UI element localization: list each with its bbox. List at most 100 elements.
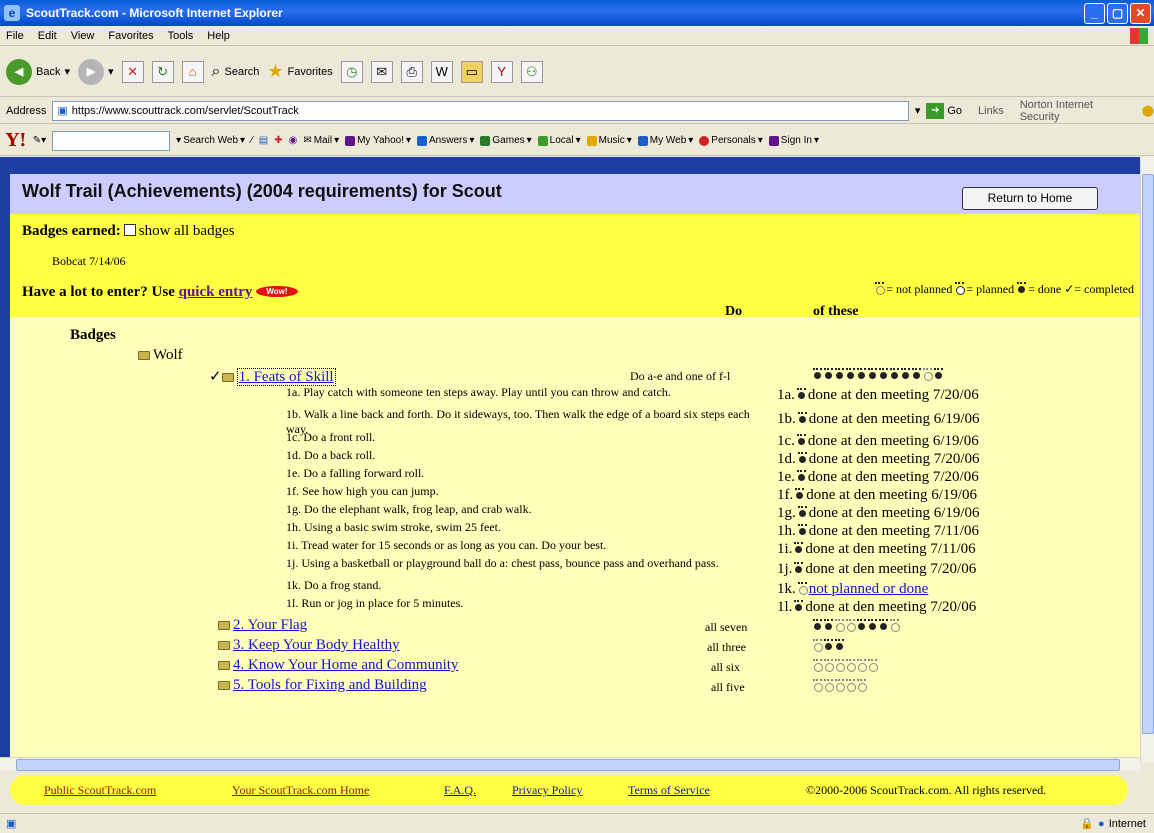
not-planned-paw-icon[interactable] <box>923 368 933 381</box>
done-paw-icon[interactable] <box>857 619 866 631</box>
yahoo-games-button[interactable]: Games ▾ <box>480 135 532 146</box>
done-paw-icon[interactable] <box>934 368 943 380</box>
back-button[interactable]: ◀ Back ▾ <box>6 58 70 85</box>
not-planned-paw-icon[interactable] <box>846 619 856 632</box>
yahoo-search-input[interactable] <box>52 130 171 151</box>
address-dropdown-icon[interactable]: ▾ <box>915 104 921 117</box>
norton-icon[interactable]: ⬤ <box>1142 104 1154 117</box>
menu-edit[interactable]: Edit <box>38 30 57 42</box>
footer-faq-link[interactable]: F.A.Q. <box>444 783 476 798</box>
feats-of-skill-node[interactable]: ✓ 1. Feats of Skill <box>209 367 336 386</box>
yahoo-music-button[interactable]: Music ▾ <box>586 135 632 146</box>
done-paw-icon[interactable] <box>879 619 888 631</box>
edit-icon[interactable]: W <box>430 60 453 83</box>
not-planned-paw-icon[interactable] <box>835 659 845 672</box>
return-home-button[interactable]: Return to Home <box>962 187 1098 210</box>
not-planned-paw-icon[interactable] <box>813 659 823 672</box>
yahoo-logo[interactable]: Y! <box>6 130 27 151</box>
yahoo-tool-icon[interactable]: ▤ <box>259 135 268 146</box>
done-paw-icon[interactable] <box>846 368 855 380</box>
forward-button[interactable]: ▶ ▾ <box>78 58 114 85</box>
menu-favorites[interactable]: Favorites <box>108 30 153 42</box>
not-planned-paw-icon[interactable] <box>813 679 823 692</box>
not-planned-link[interactable]: not planned or done <box>809 581 929 597</box>
done-paw-icon[interactable] <box>835 368 844 380</box>
yahoo-personals-button[interactable]: Personals ▾ <box>699 135 763 146</box>
not-planned-paw-icon[interactable] <box>846 659 856 672</box>
address-input[interactable]: ▣ https://www.scouttrack.com/servlet/Sco… <box>52 100 909 121</box>
feats-of-skill-link[interactable]: 1. Feats of Skill <box>236 368 336 386</box>
yahoo-toolbar-icon[interactable]: Y <box>490 60 513 83</box>
done-paw-icon[interactable] <box>868 619 877 631</box>
done-paw-icon[interactable] <box>857 368 866 380</box>
yahoo-my-yahoo-button[interactable]: My Yahoo! ▾ <box>345 135 411 146</box>
footer-public-link[interactable]: Public ScoutTrack.com <box>44 783 156 798</box>
done-paw-icon[interactable] <box>824 639 833 651</box>
go-button[interactable]: ➜ Go <box>926 102 962 119</box>
menu-tools[interactable]: Tools <box>168 30 194 42</box>
not-planned-paw-icon[interactable] <box>824 679 834 692</box>
menu-file[interactable]: File <box>6 30 24 42</box>
vertical-scroll-thumb[interactable] <box>1142 174 1154 734</box>
yahoo-360-icon[interactable]: ◉ <box>289 135 298 146</box>
stop-icon[interactable]: ✕ <box>121 60 144 83</box>
print-icon[interactable]: ⎙ <box>400 60 423 83</box>
not-planned-paw-icon[interactable] <box>868 659 878 672</box>
yahoo-my-web-button[interactable]: My Web ▾ <box>637 135 693 146</box>
done-paw-icon[interactable] <box>868 368 877 380</box>
badge-node[interactable]: 2. Your Flag <box>218 617 307 634</box>
yahoo-sign-in-button[interactable]: Sign In ▾ <box>768 135 819 146</box>
not-planned-paw-icon[interactable] <box>890 619 900 632</box>
done-paw-icon[interactable] <box>813 619 822 631</box>
done-paw-icon[interactable] <box>912 368 921 380</box>
yahoo-search-web-button[interactable]: ▾ Search Web ▾ <box>176 135 245 146</box>
not-planned-paw-icon[interactable] <box>835 679 845 692</box>
messenger-icon[interactable]: ⚇ <box>520 60 543 83</box>
search-button[interactable]: ⌕ Search <box>212 63 260 81</box>
yahoo-answers-button[interactable]: Answers ▾ <box>417 135 474 146</box>
done-paw-icon[interactable] <box>890 368 899 380</box>
not-planned-paw-icon[interactable] <box>846 679 856 692</box>
done-paw-icon[interactable] <box>879 368 888 380</box>
maximize-button[interactable]: ▢ <box>1107 3 1128 24</box>
wolf-node[interactable]: Wolf <box>138 347 183 364</box>
badge-node[interactable]: 5. Tools for Fixing and Building <box>218 677 427 694</box>
not-planned-paw-icon[interactable] <box>813 639 823 652</box>
yahoo-mail-button[interactable]: ✉ Mail ▾ <box>303 135 339 146</box>
done-paw-icon[interactable] <box>901 368 910 380</box>
mail-icon[interactable]: ✉ <box>370 60 393 83</box>
favorites-button[interactable]: ★ Favorites <box>267 61 332 82</box>
norton-label[interactable]: Norton Internet Security <box>1020 99 1136 123</box>
horizontal-scrollbar[interactable] <box>0 757 1140 771</box>
done-paw-icon[interactable] <box>824 368 833 380</box>
close-button[interactable]: ✕ <box>1130 3 1151 24</box>
quick-entry-link[interactable]: quick entry <box>179 284 253 300</box>
vertical-scrollbar[interactable] <box>1140 157 1154 763</box>
done-paw-icon[interactable] <box>813 368 822 380</box>
home-icon[interactable]: ⌂ <box>181 60 204 83</box>
badge-node[interactable]: 3. Keep Your Body Healthy <box>218 637 400 654</box>
folder-icon[interactable]: ▭ <box>460 60 483 83</box>
done-paw-icon[interactable] <box>824 619 833 631</box>
footer-privacy-link[interactable]: Privacy Policy <box>512 783 582 798</box>
yahoo-local-button[interactable]: Local ▾ <box>537 135 581 146</box>
show-all-badges-checkbox[interactable] <box>123 224 136 236</box>
links-label[interactable]: Links <box>978 105 1004 117</box>
requirement-status[interactable]: 1k. not planned or done <box>777 581 928 598</box>
menu-view[interactable]: View <box>71 30 95 42</box>
horizontal-scroll-thumb[interactable] <box>16 759 1120 771</box>
history-icon[interactable]: ◷ <box>340 60 363 83</box>
footer-terms-link[interactable]: Terms of Service <box>628 783 710 798</box>
badge-link[interactable]: 2. Your Flag <box>233 617 307 633</box>
done-paw-icon[interactable] <box>835 639 844 651</box>
not-planned-paw-icon[interactable] <box>835 619 845 632</box>
not-planned-paw-icon[interactable] <box>857 679 867 692</box>
footer-home-link[interactable]: Your ScoutTrack.com Home <box>232 783 369 798</box>
menu-help[interactable]: Help <box>207 30 230 42</box>
yahoo-pencil-icon[interactable]: ✎▾ <box>33 135 46 146</box>
badge-link[interactable]: 4. Know Your Home and Community <box>233 657 458 673</box>
badge-node[interactable]: 4. Know Your Home and Community <box>218 657 458 674</box>
refresh-icon[interactable]: ↻ <box>151 60 174 83</box>
show-all-badges-label[interactable]: show all badges <box>139 223 235 239</box>
yahoo-antispy-icon[interactable]: ✚ <box>274 135 282 146</box>
